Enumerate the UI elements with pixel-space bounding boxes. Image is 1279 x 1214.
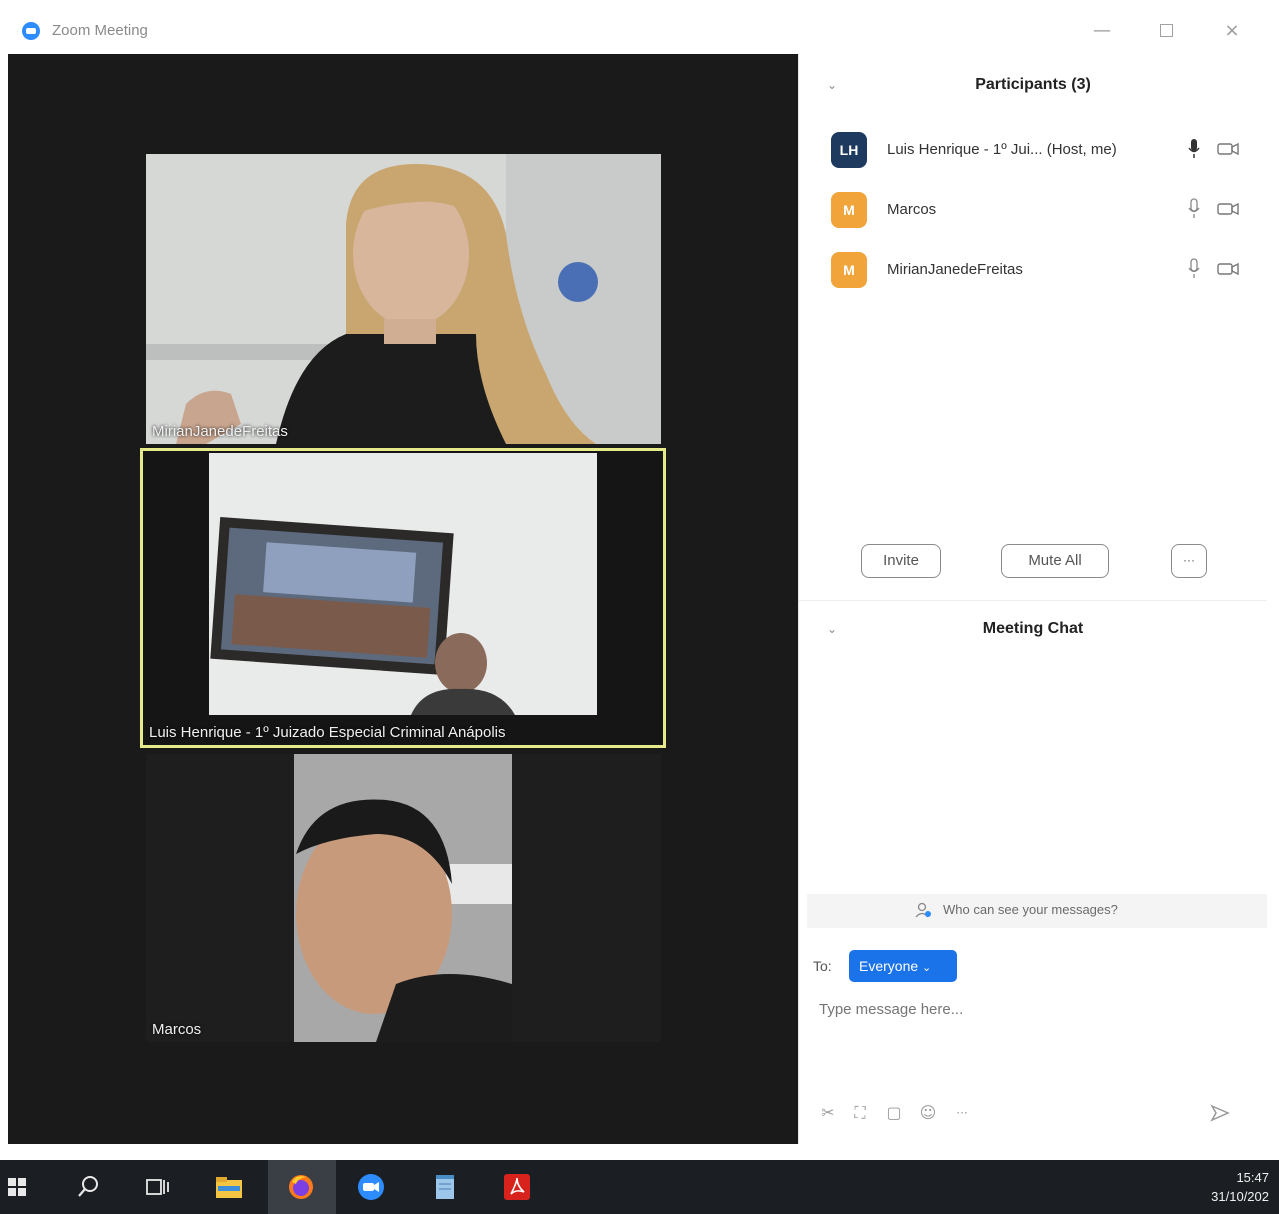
- notepad-icon[interactable]: [430, 1172, 460, 1202]
- video-tile-mirian[interactable]: MirianJanedeFreitas: [146, 154, 661, 444]
- participants-header: ⌄ Participants (3): [799, 66, 1267, 106]
- more-options-button[interactable]: ···: [1171, 544, 1207, 578]
- participant-name: MirianJanedeFreitas: [887, 261, 1023, 278]
- camera-icon[interactable]: [1217, 202, 1239, 216]
- people-icon: [915, 902, 931, 918]
- participant-row[interactable]: M MirianJanedeFreitas: [829, 252, 1249, 292]
- title-bar: Zoom Meeting — ×: [8, 8, 1266, 54]
- crop-icon[interactable]: ⛶: [849, 1102, 871, 1124]
- window-title: Zoom Meeting: [52, 22, 148, 39]
- avatar: M: [831, 252, 867, 288]
- clock-date: 31/10/202: [1211, 1189, 1269, 1204]
- who-can-see-text: Who can see your messages?: [943, 902, 1118, 917]
- emoji-icon[interactable]: ☺: [917, 1102, 939, 1124]
- video-gallery: MirianJanedeFreitas Luis Henrique - 1º J…: [8, 54, 798, 1144]
- minimize-button[interactable]: —: [1082, 18, 1122, 44]
- participant-video-mirian: [146, 154, 661, 444]
- microphone-icon[interactable]: [1187, 138, 1201, 160]
- chat-title: Meeting Chat: [982, 620, 1084, 637]
- adobe-pdf-icon[interactable]: [502, 1172, 532, 1202]
- participant-row[interactable]: M Marcos: [829, 192, 1249, 232]
- participant-row[interactable]: LH Luis Henrique - 1º Jui... (Host, me): [829, 132, 1249, 172]
- video-tile-marcos[interactable]: Marcos: [146, 754, 661, 1042]
- avatar: M: [831, 192, 867, 228]
- mute-all-button[interactable]: Mute All: [1001, 544, 1109, 578]
- screen: Zoom Meeting — × MirianJanedeFreitas Lui…: [0, 0, 1279, 1214]
- invite-button[interactable]: Invite: [861, 544, 941, 578]
- participant-name: Marcos: [887, 201, 937, 218]
- more-tools-icon[interactable]: ···: [951, 1102, 973, 1124]
- maximize-icon: [1159, 24, 1173, 37]
- to-label: To:: [813, 958, 832, 974]
- zoom-logo-icon: [22, 22, 40, 40]
- recipient-label: Everyone: [859, 958, 919, 974]
- participant-name: Luis Henrique - 1º Jui... (Host, me): [887, 141, 1117, 158]
- firefox-icon[interactable]: [286, 1172, 316, 1202]
- send-icon[interactable]: [1209, 1102, 1231, 1124]
- clock-time: 15:47: [1236, 1170, 1269, 1185]
- chat-header: ⌄ Meeting Chat: [799, 610, 1267, 650]
- screenshot-icon[interactable]: ✂: [817, 1102, 839, 1124]
- minimize-icon: —: [1093, 20, 1111, 41]
- who-can-see-bar[interactable]: Who can see your messages?: [807, 894, 1267, 928]
- chevron-down-icon: ⌄: [922, 962, 932, 974]
- microphone-icon[interactable]: [1187, 258, 1201, 280]
- tile-name-label: MirianJanedeFreitas: [152, 423, 288, 440]
- microphone-icon[interactable]: [1187, 198, 1201, 220]
- file-explorer-icon[interactable]: [214, 1172, 244, 1202]
- camera-icon[interactable]: [1217, 142, 1239, 156]
- close-button[interactable]: ×: [1212, 18, 1252, 44]
- windows-start-icon[interactable]: [6, 1172, 36, 1202]
- maximize-button[interactable]: [1146, 18, 1186, 44]
- system-clock[interactable]: 15:47 31/10/202: [1211, 1168, 1269, 1206]
- zoom-app-icon[interactable]: [356, 1172, 386, 1202]
- task-view-icon[interactable]: [142, 1172, 172, 1202]
- side-panel: ⌄ Participants (3) LH Luis Henrique - 1º…: [798, 54, 1267, 1144]
- close-icon: ×: [1224, 20, 1240, 41]
- search-icon[interactable]: [74, 1172, 104, 1202]
- video-tile-luis[interactable]: Luis Henrique - 1º Juizado Especial Crim…: [140, 448, 666, 748]
- chat-message-input[interactable]: [819, 996, 1249, 1022]
- tile-name-label: Luis Henrique - 1º Juizado Especial Crim…: [149, 724, 506, 741]
- participant-video-marcos: [146, 754, 661, 1042]
- avatar: LH: [831, 132, 867, 168]
- camera-icon[interactable]: [1217, 262, 1239, 276]
- tile-name-label: Marcos: [152, 1021, 202, 1038]
- divider: [799, 600, 1267, 601]
- file-icon[interactable]: ▢: [883, 1102, 905, 1124]
- participants-title: Participants (3): [975, 76, 1091, 93]
- participant-video-luis: [143, 451, 663, 745]
- taskbar: 15:47 31/10/202: [0, 1160, 1279, 1214]
- recipient-dropdown[interactable]: Everyone ⌄: [849, 950, 957, 982]
